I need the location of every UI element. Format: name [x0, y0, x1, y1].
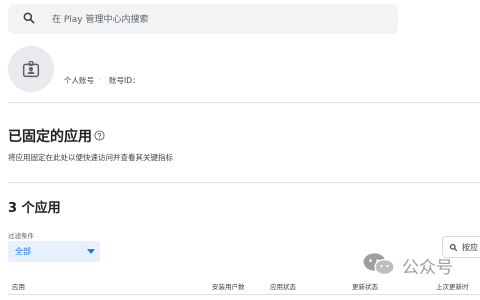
column-header-installs[interactable]: 安装用户数: [212, 281, 245, 291]
watermark: 公众号: [362, 252, 480, 278]
divider: [8, 294, 480, 295]
id-badge-icon: [22, 61, 40, 78]
pinned-apps-description: 将应用固定在此处以便快速访问并查看其关键指标: [8, 153, 173, 162]
column-header-update-status[interactable]: 更新状态: [352, 281, 378, 291]
help-circle-icon[interactable]: [94, 130, 105, 141]
global-search-bar[interactable]: 在 Play 管理中心内搜索: [8, 4, 398, 34]
column-header-app[interactable]: 应用: [12, 281, 25, 291]
column-header-app-status[interactable]: 应用状态: [270, 281, 296, 291]
divider: [8, 102, 480, 103]
account-id: 账号ID：: [109, 76, 140, 85]
filter-label: 过滤条件: [8, 232, 34, 240]
account-separator: ·: [99, 75, 102, 84]
filter-value: 全部: [15, 247, 31, 256]
pinned-apps-title: 已固定的应用: [8, 129, 92, 145]
account-name: 个人账号: [64, 76, 94, 85]
filter-select[interactable]: 全部: [8, 241, 100, 262]
watermark-text: 公众号: [402, 258, 453, 278]
search-placeholder: 在 Play 管理中心内搜索: [52, 15, 149, 25]
caret-down-icon: [87, 249, 95, 254]
wechat-logo-icon: [363, 253, 395, 276]
divider: [8, 182, 480, 183]
search-icon: [449, 243, 458, 252]
apps-count-title: 3 个应用: [8, 201, 61, 216]
column-header-last-updated[interactable]: 上次更新时: [436, 281, 469, 291]
search-icon: [23, 12, 35, 24]
avatar: [8, 46, 54, 92]
